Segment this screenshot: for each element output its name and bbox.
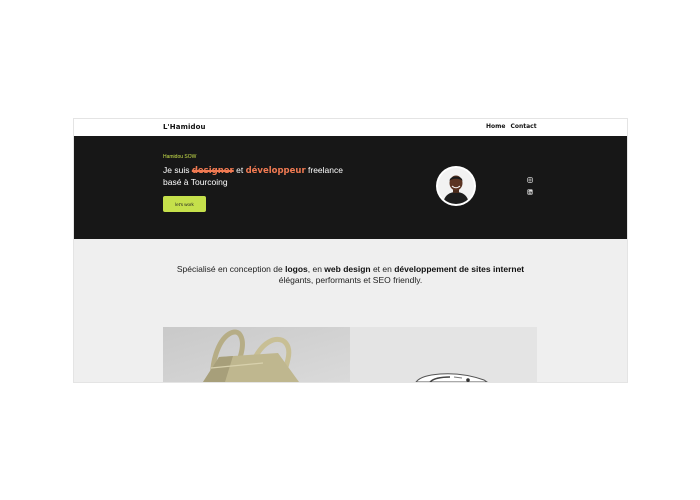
portfolio-tile-car[interactable] xyxy=(350,327,537,382)
nav-link-contact[interactable]: Contact xyxy=(510,123,536,130)
intro-text-1: Spécialisé en conception de xyxy=(176,263,286,274)
intro-bold-dev-sites: développement de sites internet xyxy=(394,263,525,274)
headline-highlight-designer: designer xyxy=(191,166,234,176)
portfolio-gallery xyxy=(163,327,537,382)
intro-text-2: , en xyxy=(307,263,325,274)
navbar: L'Hamidou Home Contact xyxy=(74,119,627,136)
website-viewport: L'Hamidou Home Contact Hamidou SOW Je su… xyxy=(74,119,627,382)
hero-name: Hamidou SOW xyxy=(163,154,197,160)
intro-bold-web-design: web design xyxy=(324,263,371,274)
instagram-icon[interactable] xyxy=(527,170,533,183)
site-logo[interactable]: L'Hamidou xyxy=(163,123,206,131)
headline-highlight-developpeur: développeur xyxy=(245,166,306,176)
hero-headline: Je suis designer et développeur freelanc… xyxy=(163,165,363,188)
intro-bold-logos: logos xyxy=(285,263,308,274)
lets-work-button[interactable]: let's work xyxy=(163,196,206,212)
linkedin-icon[interactable] xyxy=(527,182,533,195)
nav-links: Home Contact xyxy=(486,123,537,130)
tote-bag-image xyxy=(163,327,350,382)
hero-section: Hamidou SOW Je suis designer et développ… xyxy=(74,136,627,239)
avatar-portrait xyxy=(438,168,474,204)
nav-link-home[interactable]: Home xyxy=(486,123,505,130)
intro-text: Spécialisé en conception de logos, en we… xyxy=(168,264,533,286)
headline-prefix: Je suis xyxy=(163,165,192,175)
portfolio-tile-tote-bag[interactable] xyxy=(163,327,350,382)
headline-mid: et xyxy=(233,165,246,175)
intro-text-3: et en xyxy=(370,263,395,274)
car-mockup-image xyxy=(350,327,537,382)
avatar xyxy=(438,168,474,204)
intro-text-4: élégants, performants et SEO friendly. xyxy=(278,274,423,285)
